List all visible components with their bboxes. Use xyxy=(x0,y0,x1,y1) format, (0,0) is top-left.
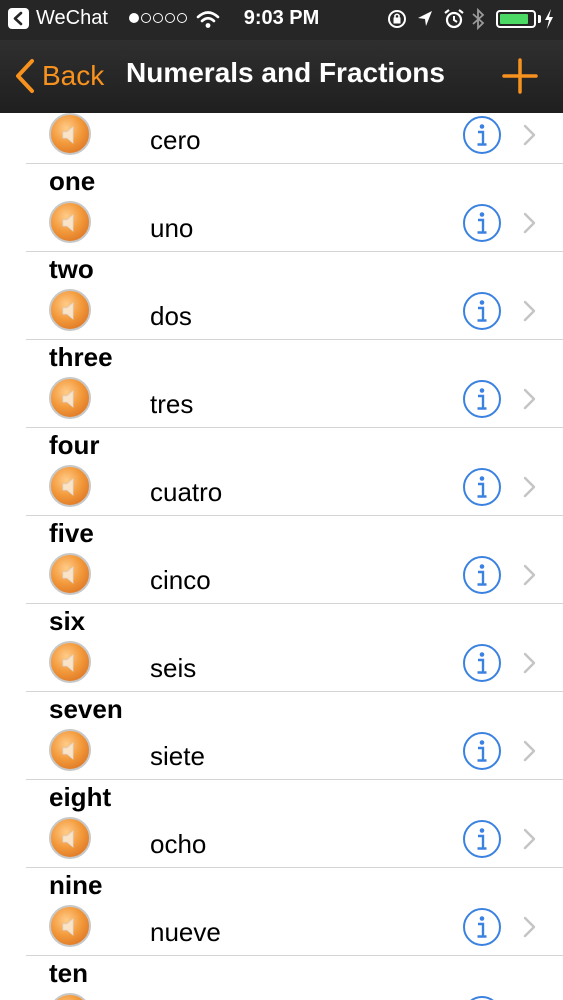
info-icon[interactable] xyxy=(462,379,502,419)
list-item[interactable]: four cuatro xyxy=(26,428,563,516)
chevron-right-icon[interactable] xyxy=(522,299,538,323)
english-word: one xyxy=(49,166,96,196)
english-word: eight xyxy=(49,782,112,812)
chevron-right-icon[interactable] xyxy=(522,563,538,587)
spanish-word: uno xyxy=(150,213,194,243)
english-word: five xyxy=(49,518,94,548)
speaker-button[interactable] xyxy=(49,377,91,419)
list-item[interactable]: five cinco xyxy=(26,516,563,604)
status-bar: WeChat 9:03 PM xyxy=(0,0,563,40)
spanish-word: seis xyxy=(150,653,197,683)
speaker-icon xyxy=(62,830,74,848)
speaker-button[interactable] xyxy=(49,817,91,859)
english-word: six xyxy=(49,606,86,636)
alarm-icon xyxy=(444,9,464,29)
chevron-right-icon[interactable] xyxy=(522,211,538,235)
english-word: two xyxy=(49,254,94,284)
speaker-button[interactable] xyxy=(49,993,91,1000)
list-item[interactable]: two dos xyxy=(26,252,563,340)
chevron-right-icon[interactable] xyxy=(522,651,538,675)
back-button-label: Back xyxy=(42,60,105,91)
charging-icon xyxy=(545,9,553,29)
speaker-button[interactable] xyxy=(49,289,91,331)
speaker-button[interactable] xyxy=(49,905,91,947)
info-icon[interactable] xyxy=(462,643,502,683)
rotation-lock-icon xyxy=(388,10,406,28)
spanish-word: dos xyxy=(150,301,192,331)
navigation-bar: Back Numerals and Fractions xyxy=(0,40,563,113)
vocabulary-rows: cero one uno two dos three tres four cua… xyxy=(0,113,563,1000)
list-item[interactable]: nine nueve xyxy=(26,868,563,956)
location-icon xyxy=(418,11,432,26)
spanish-word: ocho xyxy=(150,829,207,859)
info-icon[interactable] xyxy=(462,203,502,243)
spanish-word: tres xyxy=(150,389,194,419)
chevron-right-icon[interactable] xyxy=(522,827,538,851)
chevron-right-icon[interactable] xyxy=(522,387,538,411)
list-item[interactable]: cero xyxy=(26,113,563,164)
info-icon[interactable] xyxy=(462,731,502,771)
speaker-button[interactable] xyxy=(49,113,91,155)
speaker-icon xyxy=(62,214,74,232)
speaker-icon xyxy=(62,302,74,320)
chevron-right-icon[interactable] xyxy=(522,123,538,147)
plus-icon[interactable] xyxy=(500,56,540,96)
chevron-right-icon[interactable] xyxy=(522,915,538,939)
list-item[interactable]: ten xyxy=(26,956,563,1000)
bluetooth-icon xyxy=(472,8,485,30)
speaker-icon xyxy=(62,654,74,672)
battery-level xyxy=(500,14,529,24)
speaker-button[interactable] xyxy=(49,641,91,683)
speaker-button[interactable] xyxy=(49,729,91,771)
speaker-button[interactable] xyxy=(49,553,91,595)
spanish-word: cuatro xyxy=(150,477,223,507)
list-item[interactable]: eight ocho xyxy=(26,780,563,868)
english-word: three xyxy=(49,342,113,372)
spanish-word: nueve xyxy=(150,917,221,947)
speaker-button[interactable] xyxy=(49,201,91,243)
chevron-right-icon[interactable] xyxy=(522,475,538,499)
info-icon[interactable] xyxy=(462,907,502,947)
info-icon[interactable] xyxy=(462,291,502,331)
info-icon[interactable] xyxy=(462,995,502,1000)
battery-icon xyxy=(496,10,536,28)
spanish-word: siete xyxy=(150,741,205,771)
info-icon[interactable] xyxy=(462,819,502,859)
info-icon[interactable] xyxy=(462,555,502,595)
speaker-icon xyxy=(62,478,74,496)
list-item[interactable]: six seis xyxy=(26,604,563,692)
vocabulary-list[interactable]: cero one uno two dos three tres four cua… xyxy=(0,113,563,1000)
info-icon[interactable] xyxy=(462,467,502,507)
english-word: four xyxy=(49,430,100,460)
page-title: Numerals and Fractions xyxy=(126,57,445,88)
speaker-icon xyxy=(62,126,74,144)
spanish-word: cinco xyxy=(150,565,211,595)
list-item[interactable]: seven siete xyxy=(26,692,563,780)
speaker-icon xyxy=(62,566,74,584)
chevron-left-icon xyxy=(16,59,34,93)
speaker-icon xyxy=(62,390,74,408)
info-icon[interactable] xyxy=(462,115,502,155)
english-word: seven xyxy=(49,694,123,724)
speaker-icon xyxy=(62,918,74,936)
english-word: nine xyxy=(49,870,103,900)
battery-tip xyxy=(538,15,541,23)
back-button[interactable]: Back xyxy=(14,56,104,96)
list-item[interactable]: three tres xyxy=(26,340,563,428)
speaker-icon xyxy=(62,742,74,760)
spanish-word: cero xyxy=(150,125,201,155)
english-word: ten xyxy=(49,958,88,988)
speaker-button[interactable] xyxy=(49,465,91,507)
list-item[interactable]: one uno xyxy=(26,164,563,252)
chevron-right-icon[interactable] xyxy=(522,739,538,763)
